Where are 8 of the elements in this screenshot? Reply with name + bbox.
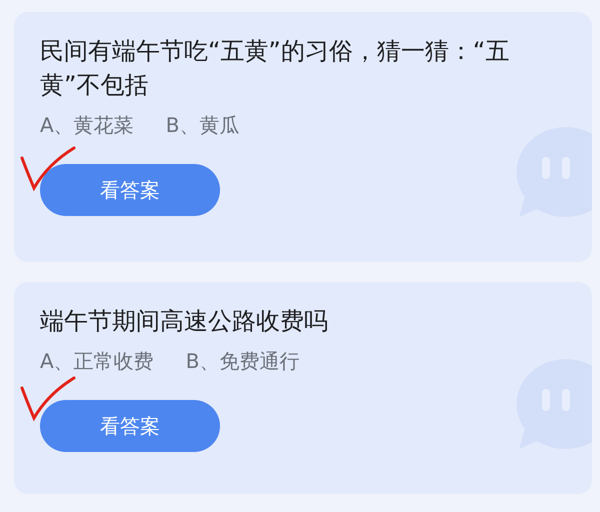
answer-option: A、黄花菜 xyxy=(40,110,134,140)
answer-option: A、正常收费 xyxy=(40,346,154,376)
show-answer-button[interactable]: 看答案 xyxy=(40,400,220,452)
question-text: 端午节期间高速公路收费吗 xyxy=(40,306,329,337)
show-answer-button[interactable]: 看答案 xyxy=(40,164,220,216)
answer-option: B、黄瓜 xyxy=(166,110,240,140)
question-text: 民间有端午节吃“五黄”的习俗，猜一猜：“五黄”不包括 xyxy=(40,36,510,101)
answer-option: B、免费通行 xyxy=(186,346,300,376)
